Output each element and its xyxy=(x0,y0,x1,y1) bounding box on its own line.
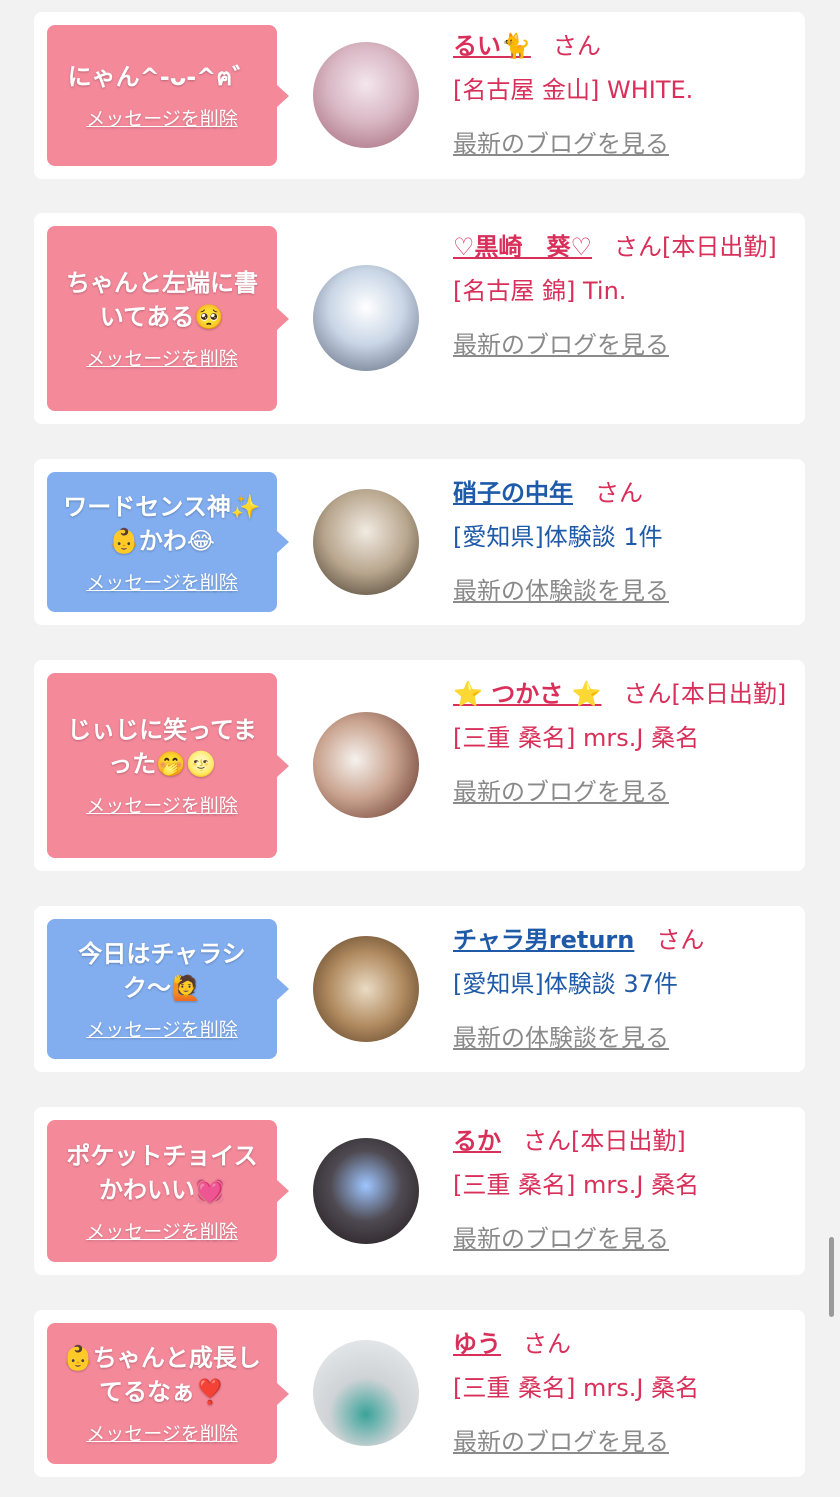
message-text: ちゃんと左端に書いてある🥺 xyxy=(66,269,258,331)
delete-message-link[interactable]: メッセージを削除 xyxy=(86,1217,238,1244)
honorific: さん xyxy=(595,479,643,507)
message-bubble: じぃじに笑ってまった🤭🌝 メッセージを削除 xyxy=(47,673,289,858)
avatar[interactable] xyxy=(313,936,419,1042)
avatar[interactable] xyxy=(313,489,419,595)
latest-post-link[interactable]: 最新のブログを見る xyxy=(453,1420,798,1464)
user-name-link[interactable]: 硝子の中年 xyxy=(453,479,573,507)
user-name-link[interactable]: るい🐈 xyxy=(453,32,531,60)
message-bubble: 👶ちゃんと成長してるなぁ❣️ メッセージを削除 xyxy=(47,1323,289,1464)
shop-label: [三重 桑名] mrs.J 桑名 xyxy=(453,1374,700,1402)
delete-message-link[interactable]: メッセージを削除 xyxy=(86,791,238,818)
message-bubble: ポケットチョイスかわいい💓 メッセージを削除 xyxy=(47,1120,289,1262)
user-info: チャラ男return さん [愛知県]体験談 37件 最新の体験談を見る xyxy=(453,918,798,1060)
user-info: ⭐ つかさ ⭐ さん[本日出勤] [三重 桑名] mrs.J 桑名 最新のブログを… xyxy=(453,672,798,814)
honorific: さん xyxy=(523,1330,571,1358)
list-item: ワードセンス神✨👶かわ😂 メッセージを削除 硝子の中年 さん [愛知県]体験談 1… xyxy=(34,459,805,625)
user-name-link[interactable]: るか xyxy=(453,1127,501,1155)
list-item: 今日はチャラシク〜🙋 メッセージを削除 チャラ男return さん [愛知県]体験… xyxy=(34,906,805,1072)
list-item: 👶ちゃんと成長してるなぁ❣️ メッセージを削除 ゆう さん [三重 桑名] mrs… xyxy=(34,1310,805,1477)
latest-post-link[interactable]: 最新のブログを見る xyxy=(453,1217,798,1261)
message-bubble: 今日はチャラシク〜🙋 メッセージを削除 xyxy=(47,919,289,1059)
latest-post-link[interactable]: 最新の体験談を見る xyxy=(453,569,798,613)
honorific: さん xyxy=(552,32,601,60)
shop-label: [愛知県]体験談 1件 xyxy=(453,523,663,551)
message-text: ポケットチョイスかわいい💓 xyxy=(66,1141,258,1204)
user-info: るか さん[本日出勤] [三重 桑名] mrs.J 桑名 最新のブログを見る xyxy=(453,1119,798,1261)
shop-label: [名古屋 錦] Tin. xyxy=(453,277,627,305)
latest-post-link[interactable]: 最新の体験談を見る xyxy=(453,1016,798,1060)
honorific: さん xyxy=(656,926,705,954)
scrollbar[interactable] xyxy=(829,1237,834,1317)
message-bubble: ワードセンス神✨👶かわ😂 メッセージを削除 xyxy=(47,472,289,612)
honorific: さん[本日出勤] xyxy=(614,233,777,261)
list-item: にゃん^-ᴗ-^ฅ゛ メッセージを削除 るい🐈 さん [名古屋 金山] WHITE… xyxy=(34,12,805,179)
message-text: じぃじに笑ってまった🤭🌝 xyxy=(67,716,257,778)
honorific: さん[本日出勤] xyxy=(623,680,787,708)
latest-post-link[interactable]: 最新のブログを見る xyxy=(453,770,798,814)
user-info: ゆう さん [三重 桑名] mrs.J 桑名 最新のブログを見る xyxy=(453,1322,798,1464)
list-item: ちゃんと左端に書いてある🥺 メッセージを削除 ♡黒崎 葵♡ さん[本日出勤] [名… xyxy=(34,213,805,424)
latest-post-link[interactable]: 最新のブログを見る xyxy=(453,122,798,166)
user-info: 硝子の中年 さん [愛知県]体験談 1件 最新の体験談を見る xyxy=(453,471,798,613)
message-bubble: にゃん^-ᴗ-^ฅ゛ メッセージを削除 xyxy=(47,25,289,166)
shop-label: [三重 桑名] mrs.J 桑名 xyxy=(453,1171,700,1199)
shop-label: [愛知県]体験談 37件 xyxy=(453,970,678,998)
shop-label: [名古屋 金山] WHITE. xyxy=(453,76,694,104)
avatar[interactable] xyxy=(313,1340,419,1446)
delete-message-link[interactable]: メッセージを削除 xyxy=(86,568,238,595)
list-item: ポケットチョイスかわいい💓 メッセージを削除 るか さん[本日出勤] [三重 桑名… xyxy=(34,1107,805,1275)
latest-post-link[interactable]: 最新のブログを見る xyxy=(453,323,798,367)
message-text: ワードセンス神✨👶かわ😂 xyxy=(63,492,261,555)
delete-message-link[interactable]: メッセージを削除 xyxy=(86,104,238,131)
list-item: じぃじに笑ってまった🤭🌝 メッセージを削除 ⭐ つかさ ⭐ さん[本日出勤] [三… xyxy=(34,660,805,871)
avatar[interactable] xyxy=(313,42,419,148)
message-text: 👶ちゃんと成長してるなぁ❣️ xyxy=(63,1344,261,1406)
avatar[interactable] xyxy=(313,1138,419,1244)
user-name-link[interactable]: ♡黒崎 葵♡ xyxy=(453,233,592,261)
message-text: 今日はチャラシク〜🙋 xyxy=(78,939,246,1002)
user-info: るい🐈 さん [名古屋 金山] WHITE. 最新のブログを見る xyxy=(453,24,798,166)
delete-message-link[interactable]: メッセージを削除 xyxy=(86,1419,238,1446)
delete-message-link[interactable]: メッセージを削除 xyxy=(86,1015,238,1042)
avatar[interactable] xyxy=(313,265,419,371)
shop-label: [三重 桑名] mrs.J 桑名 xyxy=(453,724,700,752)
user-name-link[interactable]: ゆう xyxy=(453,1330,501,1358)
user-name-link[interactable]: ⭐ つかさ ⭐ xyxy=(453,680,601,708)
message-text: にゃん^-ᴗ-^ฅ゛ xyxy=(67,63,257,91)
user-info: ♡黒崎 葵♡ さん[本日出勤] [名古屋 錦] Tin. 最新のブログを見る xyxy=(453,225,798,367)
delete-message-link[interactable]: メッセージを削除 xyxy=(86,344,238,371)
avatar[interactable] xyxy=(313,712,419,818)
honorific: さん[本日出勤] xyxy=(523,1127,686,1155)
message-bubble: ちゃんと左端に書いてある🥺 メッセージを削除 xyxy=(47,226,289,411)
user-name-link[interactable]: チャラ男return xyxy=(453,926,634,954)
